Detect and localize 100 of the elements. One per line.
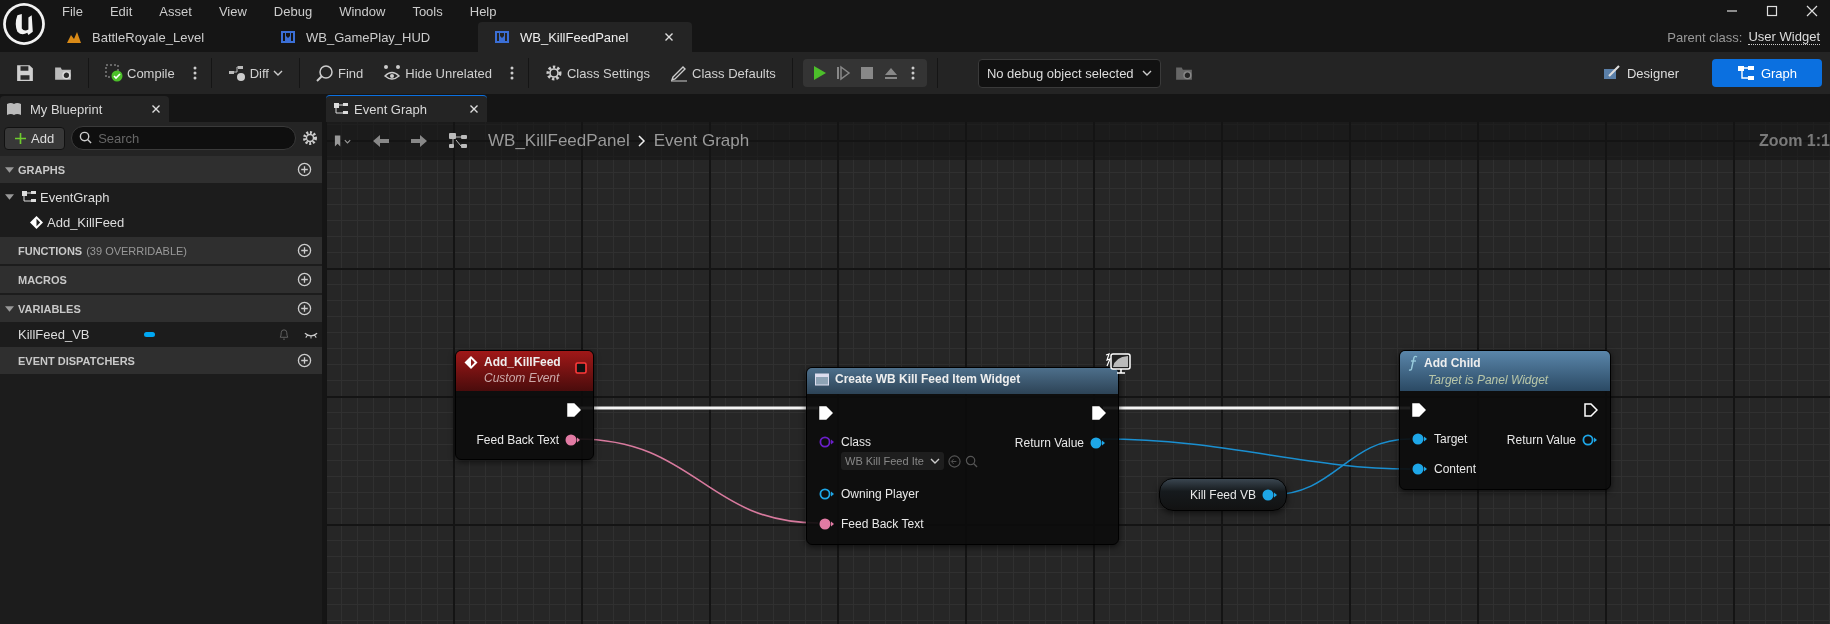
menu-item[interactable]: Debug (273, 3, 313, 19)
bookmark-icon[interactable] (334, 134, 352, 148)
pin-icon[interactable] (1412, 463, 1428, 475)
maximize-icon[interactable] (1766, 5, 1778, 17)
pin-label: Feed Back Text (476, 433, 559, 447)
pin-icon[interactable] (1090, 437, 1106, 449)
zoom-level: Zoom 1:1 (1758, 132, 1830, 150)
mode-button[interactable]: Designer (1586, 59, 1696, 87)
document-tab[interactable]: BattleRoyale_Level (50, 22, 264, 52)
graph-tab[interactable]: Event Graph (326, 95, 487, 122)
section-title[interactable]: EVENT DISPATCHERS (18, 354, 135, 367)
close-icon[interactable] (664, 32, 674, 42)
graph-item[interactable]: EventGraph (40, 189, 110, 205)
chevron-down-icon (1141, 70, 1152, 76)
diff-button[interactable]: Diff (221, 60, 289, 86)
node-title: Kill Feed VB (1189, 487, 1256, 502)
pin-icon[interactable] (565, 434, 581, 446)
graph-icon (448, 132, 468, 150)
add-circle-icon[interactable] (297, 353, 312, 368)
compile-button[interactable]: Compile (99, 60, 181, 86)
add-circle-icon[interactable] (297, 272, 312, 287)
forward-arrow-icon[interactable] (410, 134, 428, 148)
bell-icon[interactable] (278, 328, 290, 341)
menu-item[interactable]: File (62, 3, 83, 19)
pin-icon[interactable] (1582, 434, 1598, 446)
closed-eye-icon[interactable] (304, 330, 318, 339)
delegate-pin-icon[interactable] (575, 362, 587, 374)
add-circle-icon[interactable] (297, 301, 312, 316)
menu-item[interactable]: Tools (412, 3, 443, 19)
folder-search-icon[interactable] (1174, 64, 1193, 82)
save-icon[interactable] (16, 64, 34, 82)
graph-node[interactable]: Add_KillFeed Custom Event Feed Back Text (455, 350, 594, 460)
function-icon (1408, 355, 1418, 371)
pin-label: Return Value (1014, 436, 1084, 450)
section-title[interactable]: GRAPHS (18, 163, 66, 176)
eye-nodes-icon (383, 64, 402, 82)
pin-icon[interactable] (819, 488, 835, 500)
add-circle-icon[interactable] (297, 243, 312, 258)
widget-icon (494, 30, 510, 44)
class-defaults-button[interactable]: Class Defaults (664, 60, 782, 86)
menu-item[interactable]: Edit (109, 3, 133, 19)
graph-node[interactable]: Add Child Target is Panel Widget Target Return Value Content (1399, 350, 1611, 490)
more-options-icon[interactable] (910, 65, 915, 81)
close-icon[interactable] (1806, 5, 1818, 17)
menu-item[interactable]: View (218, 3, 247, 19)
level-icon (66, 30, 82, 44)
search-icon (79, 131, 93, 144)
pin-icon[interactable] (1262, 488, 1278, 501)
add-button[interactable]: Add (4, 126, 66, 150)
graph-node[interactable]: Create WB Kill Feed Item Widget Class WB Kill Feed Ite Return Value Owning Player Feed Back Text (806, 367, 1119, 545)
panel-tab[interactable]: My Blueprint (0, 96, 169, 122)
document-tab[interactable]: WB_GamePlay_HUD (264, 22, 478, 52)
event-item[interactable]: Add_KillFeed (47, 214, 125, 230)
pin-icon[interactable] (819, 518, 835, 530)
more-options-icon[interactable] (509, 65, 514, 81)
pin-icon[interactable] (1412, 433, 1428, 445)
breadcrumb-item[interactable]: WB_KillFeedPanel (488, 131, 630, 151)
class-dropdown[interactable]: WB Kill Feed Ite (841, 452, 944, 470)
menu-item[interactable]: Help (469, 3, 497, 19)
add-circle-icon[interactable] (297, 162, 312, 177)
exec-pin-icon[interactable] (1412, 403, 1426, 417)
close-icon[interactable] (469, 104, 479, 114)
hide-unrelated-button[interactable]: Hide Unrelated (377, 60, 498, 86)
exec-pin-icon[interactable] (819, 406, 833, 420)
chevron-down-icon (272, 70, 283, 76)
section-title[interactable]: VARIABLES (18, 302, 81, 315)
exec-pin-icon[interactable] (567, 403, 581, 417)
parent-class-link[interactable]: User Widget (1748, 29, 1820, 45)
class-settings-button[interactable]: Class Settings (538, 60, 657, 86)
mode-button[interactable]: Graph (1712, 59, 1822, 87)
exec-pin-icon[interactable] (1584, 403, 1598, 417)
breadcrumb-item[interactable]: Event Graph (653, 131, 750, 151)
menu-item[interactable]: Window (339, 3, 386, 19)
node-title: Add_KillFeed (484, 355, 561, 369)
browse-folder-icon[interactable] (54, 64, 72, 82)
section-title[interactable]: MACROS (18, 273, 67, 286)
find-button[interactable]: Find (309, 60, 370, 86)
exec-pin-icon[interactable] (1092, 406, 1106, 420)
collapse-arrow-icon[interactable] (5, 194, 14, 200)
engine-logo[interactable] (2, 2, 46, 46)
document-tab[interactable]: WB_KillFeedPanel (478, 22, 692, 52)
pin-label: Owning Player (841, 487, 920, 501)
debug-object-dropdown[interactable]: No debug object selected (977, 58, 1161, 88)
back-arrow-icon[interactable] (372, 134, 390, 148)
more-options-icon[interactable] (192, 65, 197, 81)
step-icon[interactable] (834, 65, 851, 81)
search-icon (315, 64, 334, 82)
variable-item[interactable]: KillFeed_VB (18, 327, 90, 342)
close-icon[interactable] (151, 104, 161, 114)
stop-icon[interactable] (858, 65, 875, 81)
settings-icon[interactable] (302, 130, 318, 146)
collapse-arrow-icon[interactable] (5, 305, 14, 312)
node-title: Add Child (1424, 356, 1481, 370)
menu-item[interactable]: Asset (159, 3, 192, 19)
search-icon[interactable] (964, 454, 978, 468)
search-field[interactable]: Search (71, 126, 296, 150)
graph-node[interactable]: Kill Feed VB (1159, 478, 1287, 511)
collapse-arrow-icon[interactable] (5, 166, 14, 173)
widget-icon (815, 372, 829, 386)
section-title[interactable]: FUNCTIONS (18, 244, 83, 257)
